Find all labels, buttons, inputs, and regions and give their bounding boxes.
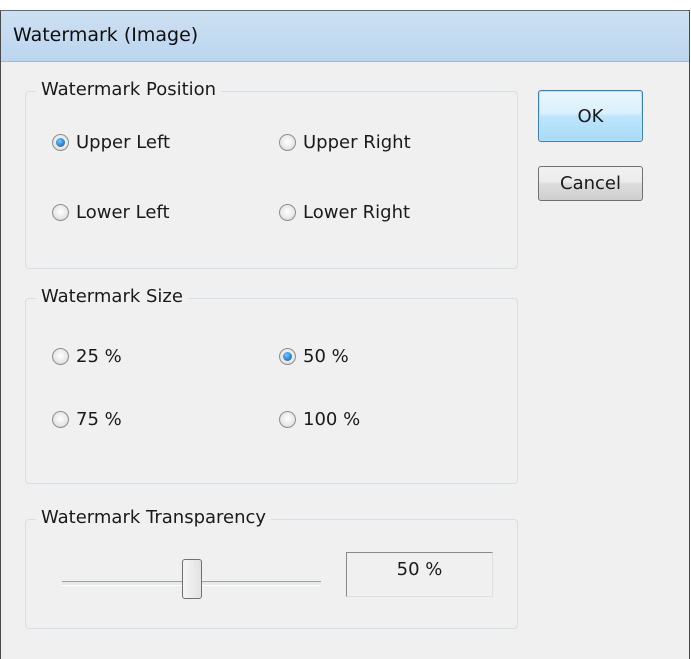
position-lower-left-radio[interactable]: Lower Left [52,202,170,223]
size-legend: Watermark Size [36,286,188,307]
dialog-window: Watermark (Image) Watermark Position Upp… [0,10,690,659]
transparency-value-display: 50 % [346,552,493,597]
radio-unselected-icon [279,204,296,221]
radio-label: 25 % [76,346,122,367]
ok-button[interactable]: OK [538,90,643,142]
radio-label: Upper Right [303,132,411,153]
transparency-slider-thumb[interactable] [181,559,202,599]
position-legend: Watermark Position [36,79,222,100]
size-25-radio[interactable]: 25 % [52,346,122,367]
radio-selected-icon [279,348,296,365]
radio-unselected-icon [52,204,69,221]
radio-unselected-icon [279,134,296,151]
size-100-radio[interactable]: 100 % [279,409,360,430]
radio-unselected-icon [279,411,296,428]
radio-label: Upper Left [76,132,171,153]
radio-label: Lower Left [76,202,170,223]
radio-unselected-icon [52,411,69,428]
cancel-button[interactable]: Cancel [538,166,643,201]
transparency-legend: Watermark Transparency [36,507,272,528]
radio-unselected-icon [52,348,69,365]
ok-button-label: OK [577,105,604,127]
cancel-button-label: Cancel [560,173,621,194]
window-title: Watermark (Image) [13,24,199,46]
transparency-value-label: 50 % [396,559,443,580]
position-upper-left-radio[interactable]: Upper Left [52,132,170,153]
title-bar[interactable]: Watermark (Image) [1,11,689,62]
radio-selected-icon [52,134,69,151]
size-group: Watermark Size 25 % 50 % 75 % 100 % [25,286,518,484]
position-group: Watermark Position Upper Left Upper Righ… [25,79,518,269]
transparency-group: Watermark Transparency 50 % [25,507,518,629]
position-lower-right-radio[interactable]: Lower Right [279,202,410,223]
radio-label: Lower Right [303,202,411,223]
size-50-radio[interactable]: 50 % [279,346,349,367]
radio-label: 100 % [303,409,361,430]
radio-label: 75 % [76,409,122,430]
size-75-radio[interactable]: 75 % [52,409,122,430]
position-upper-right-radio[interactable]: Upper Right [279,132,411,153]
radio-label: 50 % [303,346,349,367]
